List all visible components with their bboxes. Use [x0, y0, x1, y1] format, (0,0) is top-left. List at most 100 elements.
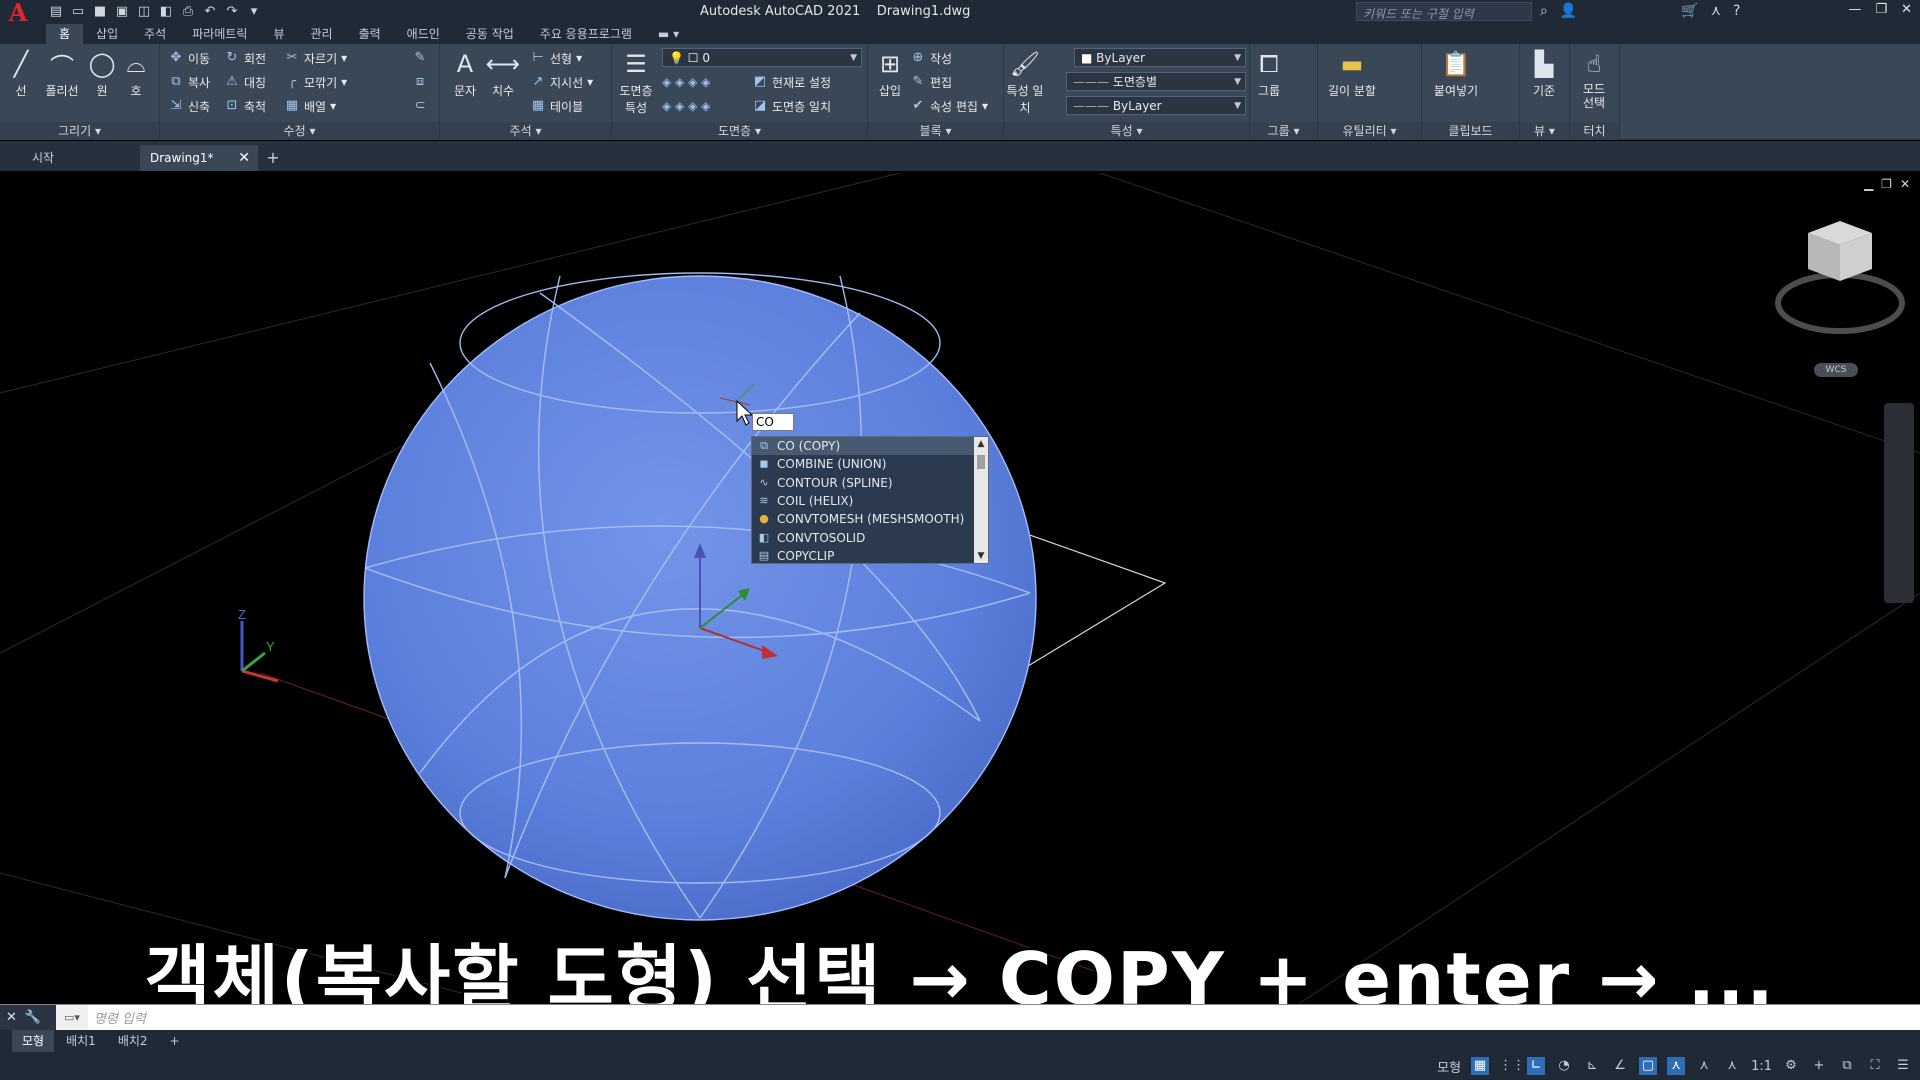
undo-icon[interactable]: ↶ — [202, 4, 218, 20]
erase-button[interactable]: ✎ — [412, 48, 428, 68]
cart-icon[interactable]: 🛒 — [1681, 3, 1698, 19]
polyline-button[interactable]: ⌒ 폴리선 — [40, 48, 84, 99]
auto-scale-icon[interactable]: ⋏ — [1695, 1057, 1713, 1075]
tab-insert[interactable]: 삽입 — [83, 24, 131, 44]
autocad-logo-icon[interactable]: A — [0, 0, 36, 27]
group-button[interactable]: ⧠ 그룹 — [1252, 48, 1286, 99]
grid-icon[interactable]: ▦ — [1471, 1057, 1490, 1075]
close-cmdline-icon[interactable]: ✕ — [6, 1010, 17, 1025]
linear-button[interactable]: ⊢ 선형 ▾ — [530, 48, 582, 68]
viewport-close-icon[interactable]: ✕ — [1900, 177, 1910, 191]
panel-utilities-title[interactable]: 유틸리티 ▾ — [1318, 122, 1421, 140]
osnap-tracking-icon[interactable]: ∠ — [1611, 1057, 1629, 1075]
plot-icon[interactable]: ⎙ — [180, 4, 196, 20]
tab-model[interactable]: 모형 — [12, 1030, 55, 1052]
annotation-visibility-icon[interactable]: ⋏ — [1667, 1057, 1686, 1075]
restore-icon[interactable]: ❐ — [1875, 2, 1887, 17]
panel-clipboard-title[interactable]: 클립보드 — [1422, 122, 1519, 140]
text-button[interactable]: A 문자 — [448, 48, 482, 99]
qat-dropdown-icon[interactable]: ▾ — [246, 4, 262, 20]
set-current-button[interactable]: ◩ 현재로 설정 — [752, 72, 831, 92]
insert-button[interactable]: ⊞ 삽입 — [872, 48, 908, 99]
tab-layout2[interactable]: 배치2 — [108, 1030, 158, 1052]
customize-menu-icon[interactable]: ☰ — [1894, 1057, 1912, 1075]
scale-button[interactable]: ⊡ 축척 — [224, 96, 267, 116]
lineweight-dropdown[interactable]: ——— ByLayer ▼ — [1066, 96, 1246, 115]
search-input[interactable]: 키워드 또는 구절 입력 — [1356, 2, 1532, 21]
panel-annotation-title[interactable]: 주석 ▾ — [440, 122, 611, 140]
tab-annotate[interactable]: 주석 — [131, 24, 179, 44]
line-button[interactable]: ╱ 선 — [4, 48, 38, 99]
tab-manage[interactable]: 관리 — [297, 24, 345, 44]
help-icon[interactable]: ? — [1733, 3, 1740, 19]
viewport-minimize-icon[interactable]: ▁ — [1864, 177, 1873, 191]
layer-tools-row2[interactable]: ◈ ◈ ◈ ◈ — [662, 96, 710, 116]
fullscreen-icon[interactable]: ⛶ — [1866, 1057, 1884, 1075]
color-dropdown[interactable]: ■ ByLayer ▼ — [1074, 48, 1246, 67]
command-input[interactable]: 명령 입력 — [88, 1008, 146, 1027]
autocomplete-item-copy[interactable]: ⧉ CO (COPY) — [752, 437, 988, 456]
snap-icon[interactable]: ⋮⋮ — [1499, 1057, 1525, 1075]
dimension-button[interactable]: ⟷ 치수 — [486, 48, 520, 99]
match-properties-button[interactable]: 🖌 특성 일치 — [1006, 48, 1044, 116]
panel-properties-title[interactable]: 특성 ▾ — [1004, 122, 1249, 140]
measure-button[interactable]: ▬ 길이 분할 — [1322, 48, 1382, 99]
mirror-button[interactable]: ⚠ 대칭 — [224, 72, 266, 92]
add-layout-icon[interactable]: + — [160, 1030, 190, 1052]
drawing-viewport[interactable]: Z Y ▁ ❐ ✕ WCS CO ⧉ CO (COPY) ◼ COMBINE (UN… — [0, 173, 1920, 1003]
block-edit-button[interactable]: ✎ 편집 — [910, 72, 953, 92]
tab-view[interactable]: 뷰 — [260, 24, 297, 44]
panel-modify-title[interactable]: 수정 ▾ — [160, 122, 439, 140]
circle-button[interactable]: ◯ 원 — [86, 48, 118, 99]
layer-tools-row1[interactable]: ◈ ◈ ◈ ◈ — [662, 72, 710, 92]
wcs-menu[interactable]: WCS — [1814, 363, 1858, 377]
tab-addins[interactable]: 애드인 — [394, 24, 453, 44]
array-button[interactable]: ▦ 배열 ▾ — [284, 96, 336, 116]
paste-button[interactable]: 📋 붙여넣기 — [1426, 48, 1486, 99]
annotation-scale-icon[interactable]: ⋏ — [1723, 1057, 1741, 1075]
arc-button[interactable]: ⌓ 호 — [120, 48, 152, 99]
table-button[interactable]: ▦ 테이블 — [530, 96, 583, 116]
ribbon-toggle-icon[interactable]: ▬ ▾ — [645, 24, 692, 44]
search-icon[interactable]: ⌕ — [1540, 3, 1548, 19]
ortho-icon[interactable]: ∟ — [1527, 1057, 1546, 1075]
minimize-icon[interactable]: — — [1848, 2, 1861, 17]
tab-collaborate[interactable]: 공동 작업 — [453, 24, 527, 44]
scale-value[interactable]: 1:1 — [1751, 1059, 1772, 1074]
autodesk-app-icon[interactable]: ⋏ — [1711, 3, 1721, 19]
polar-icon[interactable]: ◔ — [1555, 1057, 1573, 1075]
tab-featured-apps[interactable]: 주요 응용프로그램 — [527, 24, 645, 44]
isolate-icon[interactable]: ⧉ — [1838, 1057, 1856, 1075]
close-icon[interactable]: ✕ — [1901, 2, 1912, 17]
web-save-icon[interactable]: ◧ — [158, 4, 174, 20]
leader-button[interactable]: ↗ 지시선 ▾ — [530, 72, 594, 92]
base-button[interactable]: ▙ 기준 — [1524, 48, 1564, 99]
explode-button[interactable]: ⊂ — [412, 96, 428, 116]
scroll-down-icon[interactable]: ▼ — [974, 549, 988, 563]
copy-button[interactable]: ⧉ 복사 — [168, 72, 210, 92]
dynamic-input-field[interactable]: CO — [752, 413, 794, 431]
customize-wrench-icon[interactable]: 🔧 — [25, 1010, 41, 1025]
offset-button[interactable]: ⧈ — [412, 72, 428, 92]
tab-output[interactable]: 출력 — [346, 24, 394, 44]
new-file-icon[interactable]: ▤ — [48, 4, 64, 20]
tab-home[interactable]: 홈 — [46, 24, 84, 44]
layer-properties-button[interactable]: ☰ 도면층 특성 — [614, 48, 658, 116]
autocomplete-item-convtosolid[interactable]: ◧ CONVTOSOLID — [752, 528, 988, 546]
isodraft-icon[interactable]: ⊾ — [1583, 1057, 1601, 1075]
model-space-button[interactable]: 모형 — [1437, 1057, 1461, 1076]
trim-button[interactable]: ✂ 자르기 ▾ — [284, 48, 348, 68]
attr-edit-button[interactable]: ✔ 속성 편집 ▾ — [910, 96, 988, 116]
web-open-icon[interactable]: ◫ — [136, 4, 152, 20]
save-icon[interactable]: ■ — [92, 4, 108, 20]
linetype-dropdown[interactable]: ——— 도면층별 ▼ — [1066, 72, 1246, 91]
autocomplete-item-contour[interactable]: ∿ CONTOUR (SPLINE) — [752, 474, 988, 492]
new-tab-icon[interactable]: + — [258, 145, 288, 171]
panel-draw-title[interactable]: 그리기 ▾ — [0, 122, 159, 140]
autocomplete-item-combine[interactable]: ◼ COMBINE (UNION) — [752, 455, 988, 473]
autocomplete-item-convtomesh[interactable]: ● CONVTOMESH (MESHSMOOTH) — [752, 510, 988, 528]
fillet-button[interactable]: ╭ 모깎기 ▾ — [284, 72, 347, 92]
redo-icon[interactable]: ↷ — [224, 4, 240, 20]
stretch-button[interactable]: ⇲ 신축 — [168, 96, 211, 116]
navigation-bar[interactable] — [1884, 403, 1914, 603]
